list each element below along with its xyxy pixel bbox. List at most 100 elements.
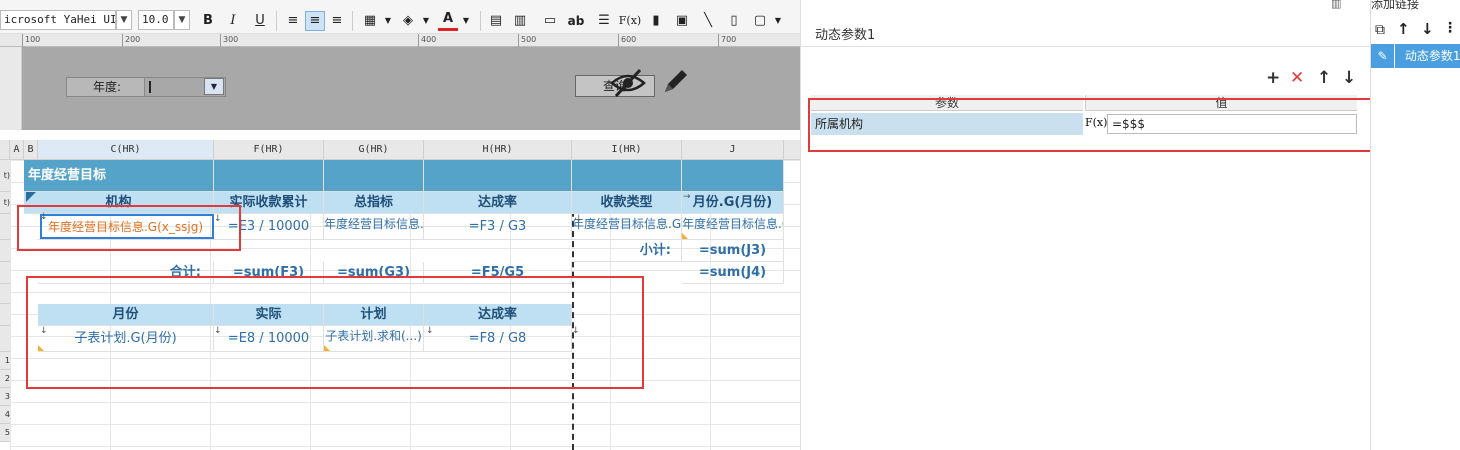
param-value-input[interactable]: =$$$ (1107, 114, 1357, 134)
move-up-icon[interactable]: ↑ (1317, 68, 1331, 88)
copy-icon[interactable]: ⧉ (1375, 22, 1385, 38)
down-arrow-icon[interactable]: ↓ (1421, 20, 1434, 38)
row-header[interactable] (0, 240, 10, 262)
total-j-cell[interactable]: =sum(J4) (682, 262, 784, 284)
subtotal-value[interactable]: =sum(J3) (682, 240, 784, 262)
col-header-i[interactable]: I(HR) (572, 140, 682, 160)
header-cell[interactable]: 收款类型 (572, 192, 682, 214)
row-header[interactable]: 1 (0, 352, 10, 370)
underline-button[interactable]: U (250, 11, 270, 31)
font-size-dropdown[interactable]: ▼ (174, 10, 190, 30)
bold-button[interactable]: B (198, 11, 218, 31)
sub-data-cell[interactable]: 子表计划.G(月份) (38, 326, 214, 352)
row-header[interactable]: 4 (0, 406, 10, 424)
chart-icon[interactable]: ▮ (646, 11, 666, 31)
hide-eye-icon[interactable] (610, 67, 646, 99)
dynamic-param-panel: 动态参数1 + ✕ ↑ ↓ 参数 值 所属机构 F(x) =$$$ (800, 0, 1381, 450)
sub-header-cell[interactable]: 月份 (38, 304, 214, 326)
border-icon[interactable]: ▦ (360, 11, 380, 31)
row-header[interactable]: 3 (0, 388, 10, 406)
font-color-icon[interactable]: A (438, 11, 458, 31)
data-cell[interactable]: 年度经营目标信息.G(...) (682, 214, 784, 240)
row-header[interactable] (0, 284, 10, 304)
sub-data-cell[interactable]: =E8 / 10000 (214, 326, 324, 352)
align-right-icon[interactable]: ≡ (327, 11, 347, 31)
formula-icon[interactable]: F(x) (618, 11, 642, 31)
align-center-icon[interactable]: ≡ (305, 11, 325, 31)
header-cell[interactable]: 月份.G(月份) (682, 192, 784, 214)
row-header[interactable]: t) (0, 192, 10, 214)
total-label[interactable]: 合计: (38, 262, 214, 284)
widget-dropdown-icon[interactable]: ▼ (768, 11, 788, 31)
col-header-j[interactable]: J (682, 140, 784, 160)
add-icon[interactable]: + (1266, 68, 1280, 88)
image-icon[interactable]: ▣ (672, 11, 692, 31)
total-cell[interactable]: =sum(G3) (324, 262, 424, 284)
data-cell[interactable]: 年度经营目标信息.G(...) (324, 214, 424, 240)
expand-down-icon: ↓ (40, 212, 48, 222)
move-down-icon[interactable]: ↓ (1342, 68, 1356, 88)
total-cell[interactable]: =F5/G5 (424, 262, 572, 284)
edit-pencil-icon[interactable] (660, 65, 692, 97)
document-icon[interactable]: ▯ (724, 11, 744, 31)
align-left-icon[interactable]: ≡ (283, 11, 303, 31)
font-color-dropdown-icon[interactable]: ▼ (456, 11, 476, 31)
grid-icon[interactable]: ▥ (1331, 0, 1361, 14)
formula-icon[interactable]: F(x) (1085, 113, 1107, 135)
fill-dropdown-icon[interactable]: ▼ (416, 11, 436, 31)
header-cell[interactable]: 机构 (24, 192, 214, 214)
text-icon[interactable]: ab (566, 11, 586, 31)
sub-header-cell[interactable]: 达成率 (424, 304, 572, 326)
sub-header-cell[interactable]: 实际 (214, 304, 324, 326)
data-cell[interactable]: =F3 / G3 (424, 214, 572, 240)
sub-data-cell[interactable]: 子表计划.求和(...) (324, 326, 424, 352)
param-name-cell[interactable]: 所属机构 (811, 113, 1083, 135)
header-cell[interactable]: 实际收款累计 (214, 192, 324, 214)
report-grid: A B C(HR) F(HR) G(HR) H(HR) I(HR) J t) t… (0, 140, 800, 450)
col-header-g[interactable]: G(HR) (324, 140, 424, 160)
sub-data-cell[interactable]: =F8 / G8 (424, 326, 572, 352)
header-cell[interactable]: 达成率 (424, 192, 572, 214)
font-size-select[interactable]: 10.0 (138, 10, 174, 30)
row-header[interactable] (0, 214, 10, 240)
merge-cells-icon[interactable]: ▤ (486, 11, 506, 31)
horizontal-ruler: 100 200 300 400 500 600 700 (0, 34, 800, 47)
col-header-f[interactable]: F(HR) (214, 140, 324, 160)
add-link-tab[interactable]: 添加链接 (1371, 0, 1460, 14)
border-dropdown-icon[interactable]: ▼ (378, 11, 398, 31)
delete-icon[interactable]: ✕ (1290, 68, 1304, 88)
sub-header-cell[interactable]: 计划 (324, 304, 424, 326)
expand-down-icon: ↓ (572, 326, 580, 336)
up-arrow-icon[interactable]: ↑ (1397, 20, 1410, 38)
year-dropdown-icon[interactable]: ▼ (204, 78, 224, 95)
row-header[interactable]: 5 (0, 424, 10, 442)
link-item-selected[interactable]: ✎ 动态参数1 (1371, 44, 1460, 68)
col-header-b[interactable]: B (24, 140, 38, 160)
ruler-tick: 200 (122, 34, 140, 47)
header-cell[interactable]: 总指标 (324, 192, 424, 214)
font-family-select[interactable]: icrosoft YaHei UI (0, 10, 116, 30)
row-header[interactable] (0, 326, 10, 352)
slash-icon[interactable]: ╲ (698, 11, 718, 31)
col-header-h[interactable]: H(HR) (424, 140, 572, 160)
paragraph-icon[interactable]: ☰ (594, 11, 614, 31)
row-header[interactable] (0, 304, 10, 326)
row-header[interactable] (0, 262, 10, 284)
row-header[interactable]: 2 (0, 370, 10, 388)
band-title-cell[interactable]: 年度经营目标 (24, 160, 214, 192)
row-header[interactable]: t) (0, 160, 10, 192)
fill-color-icon[interactable]: ◈ (398, 11, 418, 31)
unmerge-cells-icon[interactable]: ▥ (510, 11, 530, 31)
subtotal-label[interactable]: 小计: (572, 240, 682, 262)
col-header-a[interactable]: A (10, 140, 24, 160)
more-icon[interactable]: ⋮ (1443, 20, 1457, 36)
total-cell[interactable]: =sum(F3) (214, 262, 324, 284)
col-header-c[interactable]: C(HR) (38, 140, 214, 160)
data-cell[interactable]: =E3 / 10000 (214, 214, 324, 240)
data-cell[interactable]: 年度经营目标信息.G(...) (572, 214, 682, 240)
insert-cell-icon[interactable]: ▭ (540, 11, 560, 31)
font-family-dropdown[interactable]: ▼ (116, 10, 132, 30)
widget-icon[interactable]: ▢ (750, 11, 770, 31)
italic-button[interactable]: I (223, 11, 243, 31)
formula-marker (682, 233, 688, 239)
